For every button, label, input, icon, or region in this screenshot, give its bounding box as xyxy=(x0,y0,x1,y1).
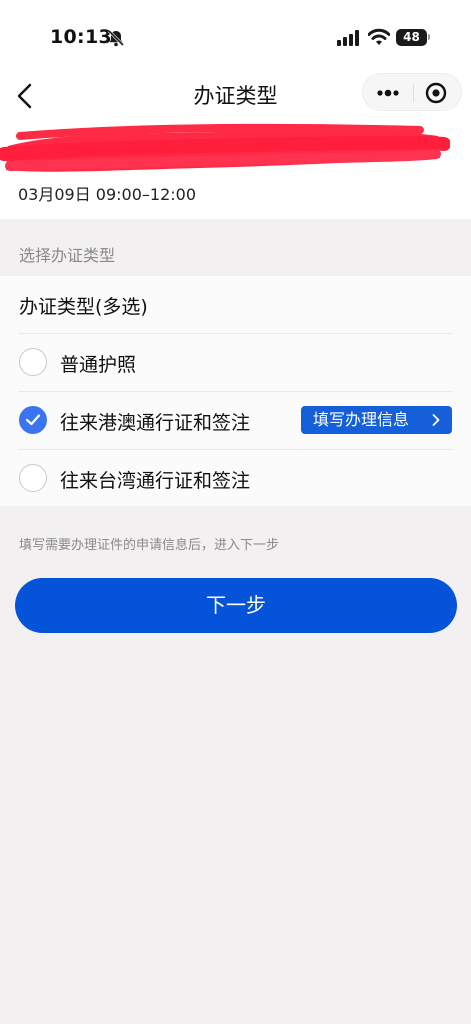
redacted-info xyxy=(0,124,450,172)
more-dots-icon[interactable] xyxy=(373,83,403,103)
divider xyxy=(18,333,453,334)
next-step-button[interactable]: 下一步 xyxy=(15,578,457,633)
bell-off-icon xyxy=(107,29,125,47)
fill-info-button[interactable]: 填写办理信息 xyxy=(301,406,452,434)
mini-program-capsule xyxy=(362,73,462,111)
status-time: 10:13 xyxy=(50,26,112,48)
divider xyxy=(18,391,453,392)
hint-text: 填写需要办理证件的申请信息后，进入下一步 xyxy=(19,538,280,553)
card-title: 办证类型(多选) xyxy=(19,296,148,318)
divider xyxy=(18,449,453,450)
wifi-icon xyxy=(368,28,390,45)
checkmark-icon xyxy=(25,414,41,426)
radio-unchecked-icon[interactable] xyxy=(19,348,47,376)
check-circle-icon[interactable] xyxy=(19,406,47,434)
section-label: 选择办证类型 xyxy=(19,246,116,265)
fill-info-label: 填写办理信息 xyxy=(313,410,410,429)
option-label: 普通护照 xyxy=(60,354,137,376)
appointment-datetime: 03月09日 09:00–12:00 xyxy=(18,185,197,204)
chevron-right-icon xyxy=(432,414,440,426)
radio-unchecked-icon[interactable] xyxy=(19,464,47,492)
signal-icon xyxy=(337,30,359,46)
option-label: 往来港澳通行证和签注 xyxy=(60,412,251,434)
option-label: 往来台湾通行证和签注 xyxy=(60,470,251,492)
battery-icon: 48 xyxy=(396,29,427,46)
capsule-divider xyxy=(413,84,414,102)
target-icon[interactable] xyxy=(424,81,448,105)
